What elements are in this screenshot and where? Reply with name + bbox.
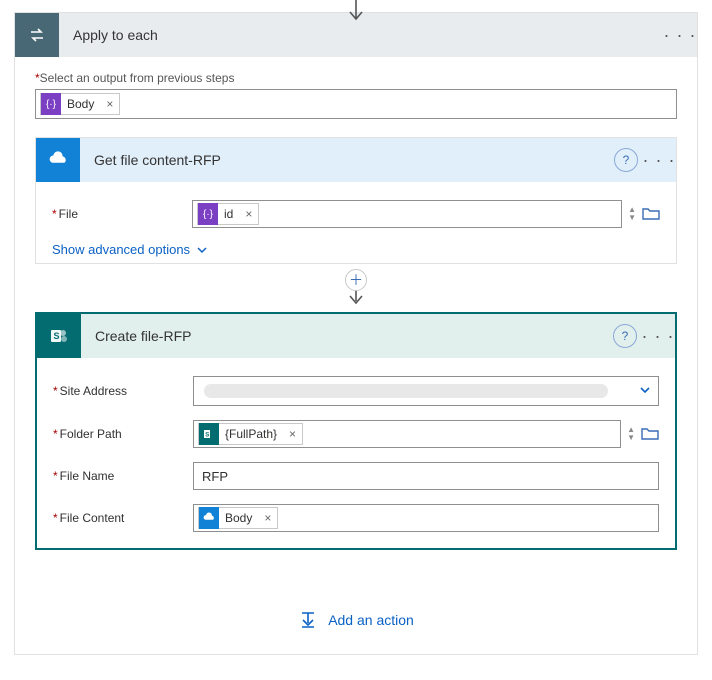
add-action-button[interactable]: Add an action <box>35 550 677 640</box>
file-name-label: *File Name <box>53 469 183 483</box>
select-output-label: *Select an output from previous steps <box>35 71 677 85</box>
show-advanced-link[interactable]: Show advanced options <box>52 242 208 257</box>
apply-to-each-title: Apply to each <box>59 27 663 43</box>
stepper-icon[interactable]: ▲▼ <box>627 426 635 442</box>
site-address-label: *Site Address <box>53 384 183 398</box>
get-file-content-card: Get file content-RFP ? · · · *File {·} i… <box>35 137 677 264</box>
select-output-field[interactable]: {·} Body × <box>35 89 677 119</box>
id-token[interactable]: {·} id × <box>197 203 259 225</box>
file-label: *File <box>52 207 182 221</box>
help-icon[interactable]: ? <box>614 148 638 172</box>
folder-path-field[interactable]: S {FullPath} × <box>193 420 621 448</box>
chevron-down-icon <box>638 383 652 400</box>
create-file-title: Create file-RFP <box>81 328 613 344</box>
onedrive-token-icon <box>199 507 219 529</box>
remove-token-icon[interactable]: × <box>239 207 258 221</box>
stepper-icon[interactable]: ▲▼ <box>628 206 636 222</box>
create-file-card: S Create file-RFP ? · · · *Site Address <box>35 312 677 550</box>
remove-token-icon[interactable]: × <box>283 427 302 441</box>
get-file-menu[interactable]: · · · <box>642 150 676 171</box>
remove-token-icon[interactable]: × <box>258 511 277 525</box>
loop-icon <box>15 13 59 57</box>
get-file-header[interactable]: Get file content-RFP ? · · · <box>36 138 676 182</box>
file-name-field[interactable]: RFP <box>193 462 659 490</box>
flow-arrow-icon <box>346 289 366 307</box>
body-token[interactable]: {·} Body × <box>40 93 120 115</box>
folder-picker-icon[interactable] <box>642 206 660 223</box>
flow-arrow-top <box>341 0 371 12</box>
svg-text:S: S <box>54 331 60 341</box>
file-content-field[interactable]: Body × <box>193 504 659 532</box>
apply-to-each-card: Apply to each · · · *Select an output fr… <box>14 12 698 655</box>
add-action-icon <box>298 610 318 630</box>
onedrive-icon <box>36 138 80 182</box>
folder-picker-icon[interactable] <box>641 426 659 443</box>
expression-icon: {·} <box>41 93 61 115</box>
body-token[interactable]: Body × <box>198 507 278 529</box>
sharepoint-icon: S <box>37 314 81 358</box>
expression-icon: {·} <box>198 203 218 225</box>
help-icon[interactable]: ? <box>613 324 637 348</box>
site-address-value <box>204 384 608 398</box>
get-file-title: Get file content-RFP <box>80 152 614 168</box>
create-file-header[interactable]: S Create file-RFP ? · · · <box>37 314 675 358</box>
folder-path-label: *Folder Path <box>53 427 183 441</box>
create-file-menu[interactable]: · · · <box>641 326 675 347</box>
remove-token-icon[interactable]: × <box>100 97 119 111</box>
file-content-label: *File Content <box>53 511 183 525</box>
sharepoint-token-icon: S <box>199 423 219 445</box>
chevron-down-icon <box>196 244 208 256</box>
fullpath-token[interactable]: S {FullPath} × <box>198 423 303 445</box>
svg-text:S: S <box>205 433 209 439</box>
insert-step-button[interactable]: ＋ <box>345 269 367 291</box>
file-field[interactable]: {·} id × <box>192 200 622 228</box>
apply-to-each-menu[interactable]: · · · <box>663 25 697 46</box>
site-address-field[interactable] <box>193 376 659 406</box>
